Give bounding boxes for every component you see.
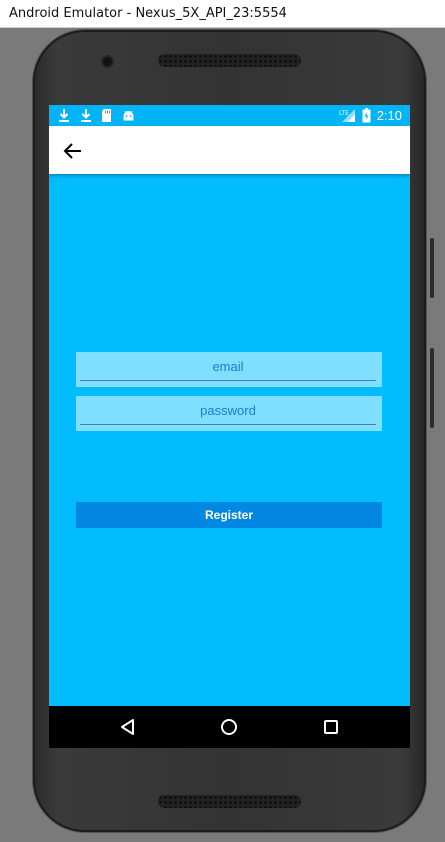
svg-text:LTE: LTE bbox=[339, 110, 349, 117]
top-speaker bbox=[158, 54, 301, 67]
battery-charging-icon bbox=[362, 108, 371, 123]
recents-square-icon[interactable] bbox=[320, 716, 342, 738]
front-camera bbox=[103, 57, 112, 66]
navigation-bar bbox=[49, 706, 410, 748]
download-icon bbox=[81, 109, 91, 122]
android-icon bbox=[123, 110, 134, 121]
register-button[interactable]: Register bbox=[76, 502, 382, 528]
arrow-back-icon[interactable] bbox=[61, 139, 85, 163]
status-bar: LTE 2:10 bbox=[49, 105, 410, 126]
volume-button bbox=[430, 238, 434, 298]
emulator-title-bar: Android Emulator - Nexus_5X_API_23:5554 bbox=[0, 0, 445, 28]
email-field-container bbox=[76, 352, 382, 387]
password-field[interactable] bbox=[80, 396, 376, 425]
device-screen: LTE 2:10 Register bbox=[49, 105, 410, 748]
bottom-speaker bbox=[158, 795, 301, 808]
back-triangle-icon[interactable] bbox=[117, 716, 139, 738]
sd-card-icon bbox=[102, 109, 111, 122]
password-field-container bbox=[76, 396, 382, 431]
email-field[interactable] bbox=[80, 352, 376, 381]
window-title: Android Emulator - Nexus_5X_API_23:5554 bbox=[9, 6, 287, 21]
status-time: 2:10 bbox=[376, 108, 402, 123]
app-bar bbox=[49, 126, 410, 174]
signal-lte-icon: LTE bbox=[339, 109, 355, 122]
power-button bbox=[430, 348, 434, 428]
home-circle-icon[interactable] bbox=[218, 716, 240, 738]
download-icon bbox=[59, 109, 69, 122]
